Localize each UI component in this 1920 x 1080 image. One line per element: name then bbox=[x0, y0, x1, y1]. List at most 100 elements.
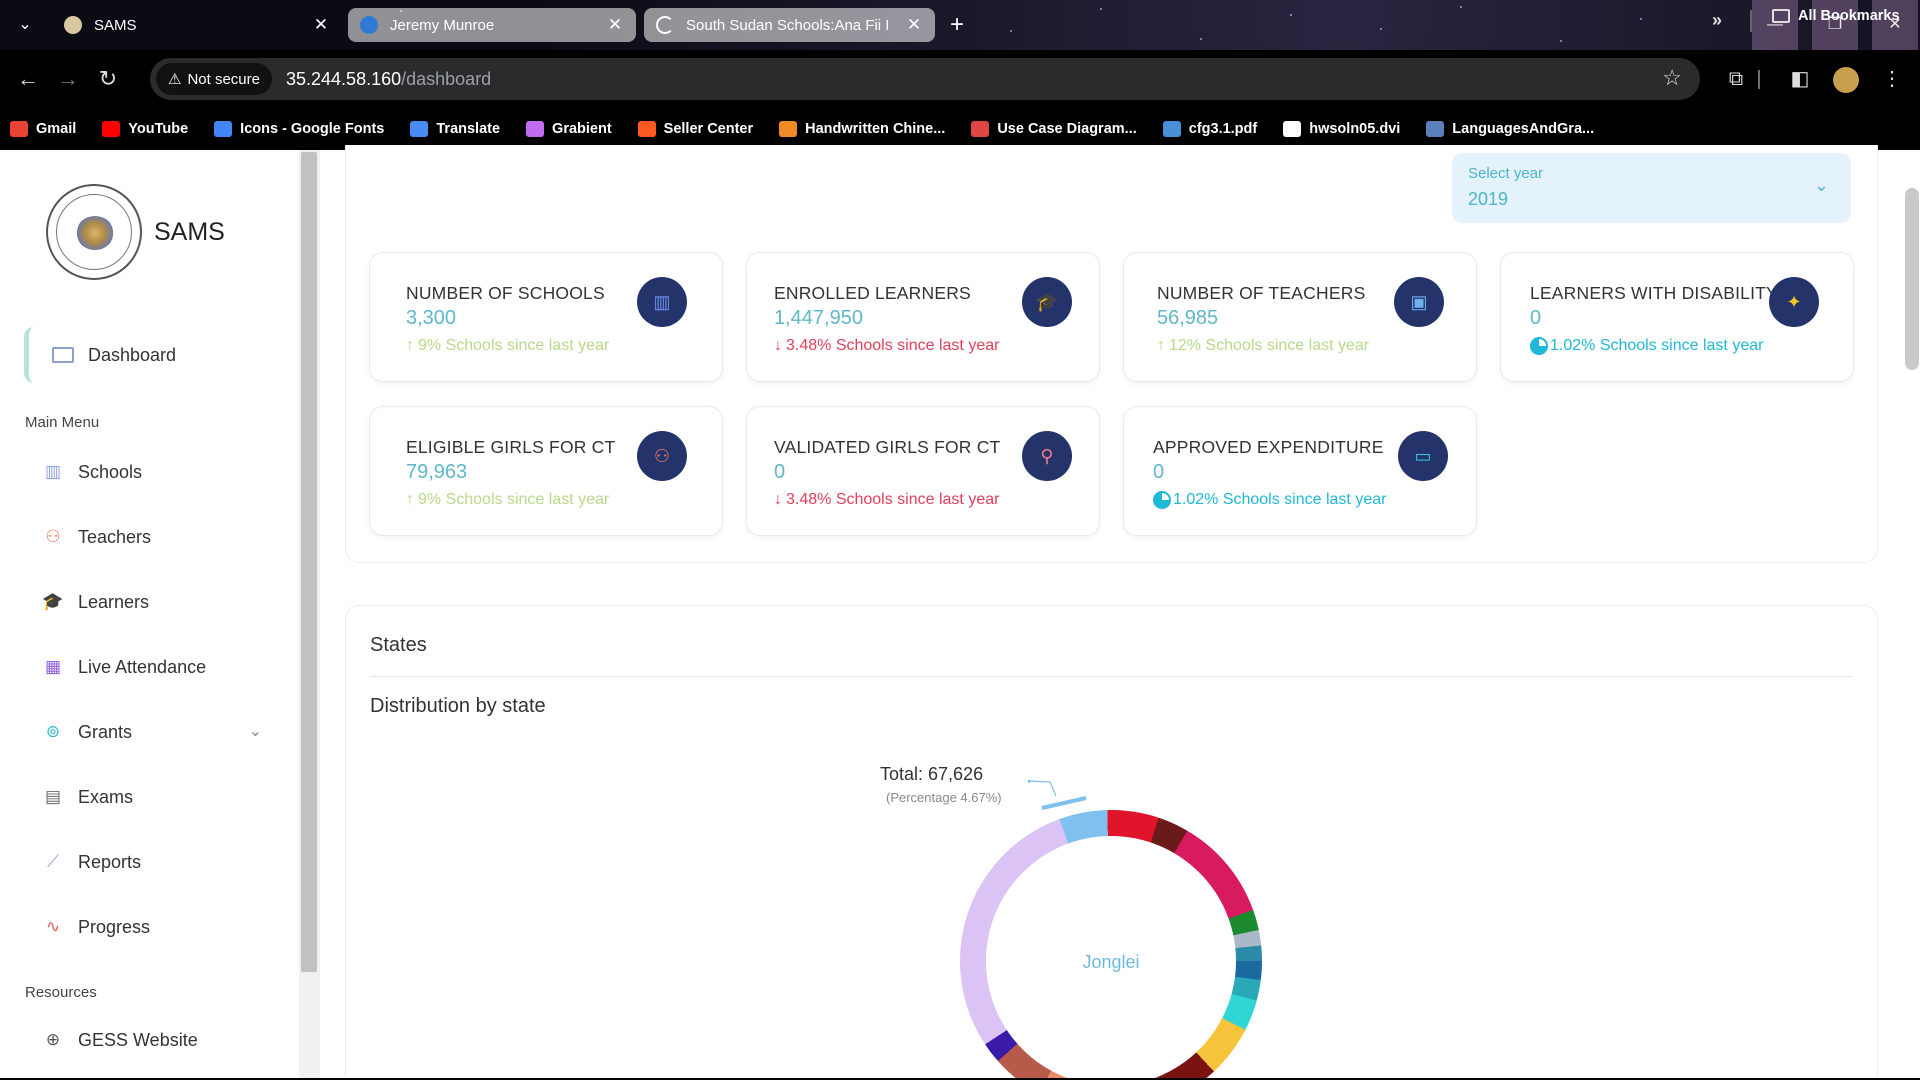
security-chip[interactable]: ⚠ Not secure bbox=[156, 63, 272, 95]
bookmarks-divider bbox=[1750, 10, 1752, 32]
bookmark-item[interactable]: YouTube bbox=[102, 121, 188, 137]
stat-value: 3,300 bbox=[406, 307, 457, 329]
main-scrollbar-thumb[interactable] bbox=[1905, 188, 1919, 370]
sidebar-item-learners[interactable]: 🎓 Learners bbox=[42, 582, 272, 622]
tooltip-total: Total: 67,626 bbox=[880, 764, 984, 784]
sidebar-item-gess-website[interactable]: ⊕ GESS Website bbox=[42, 1020, 272, 1060]
users-icon: ⚇ bbox=[45, 527, 61, 546]
tab-jeremy-munroe[interactable]: Jeremy Munroe ✕ bbox=[348, 8, 636, 42]
tab-sams[interactable]: SAMS ✕ bbox=[52, 8, 342, 42]
url-host: 35.244.58.160 bbox=[286, 68, 402, 89]
tab-south-sudan-schools[interactable]: South Sudan Schools:Ana Fii I ✕ bbox=[644, 8, 935, 42]
republic-seal-logo bbox=[46, 184, 142, 280]
sidebar-scrollbar-thumb[interactable] bbox=[301, 152, 317, 972]
arrow-up-icon: ↑ bbox=[406, 337, 414, 354]
stat-change: ↑ 12% Schools since last year bbox=[1157, 337, 1369, 355]
bar-chart-icon: ▥ bbox=[44, 462, 62, 481]
browser-menu-icon[interactable]: ⋮ bbox=[1874, 50, 1910, 108]
sidebar-item-grants[interactable]: ⊚ Grants ⌄ bbox=[42, 712, 272, 752]
document-icon: ▤ bbox=[44, 787, 62, 806]
url-text[interactable]: 35.244.58.160/dashboard bbox=[286, 69, 491, 90]
sidebar-item-live-attendance[interactable]: ▦ Live Attendance bbox=[42, 647, 272, 687]
more-bookmarks-icon[interactable]: » bbox=[1712, 10, 1722, 31]
bookmark-item[interactable]: Translate bbox=[410, 121, 500, 137]
omnibox[interactable]: ⚠ Not secure 35.244.58.160/dashboard ☆ bbox=[150, 58, 1700, 100]
bookmark-label: Handwritten Chine... bbox=[805, 121, 946, 137]
pie-chart-icon bbox=[1153, 491, 1171, 509]
bookmark-item[interactable]: Icons - Google Fonts bbox=[214, 121, 384, 137]
globe-icon: ⊕ bbox=[45, 1030, 61, 1049]
distribution-title: Distribution by state bbox=[370, 695, 546, 717]
arrow-down-icon: ↓ bbox=[774, 491, 782, 508]
stat-change-text: 9% Schools since last year bbox=[418, 491, 610, 508]
sidebar-item-exams[interactable]: ▤ Exams bbox=[42, 777, 272, 817]
bookmark-item[interactable]: LanguagesAndGra... bbox=[1426, 121, 1594, 137]
back-icon[interactable]: ← bbox=[8, 66, 48, 92]
donut-center-label: Jonglei bbox=[1082, 952, 1140, 972]
tab-label: South Sudan Schools:Ana Fii I bbox=[686, 16, 890, 34]
dvi-icon bbox=[1283, 121, 1302, 137]
close-icon[interactable]: ✕ bbox=[905, 15, 923, 35]
not-secure-label: Not secure bbox=[187, 70, 260, 88]
stat-card-approved-expenditure: APPROVED EXPENDITURE 0 1.02% Schools since… bbox=[1123, 406, 1477, 536]
calendar-icon: ▦ bbox=[44, 657, 62, 676]
accessibility-icon: ✦ bbox=[1769, 277, 1819, 327]
brand[interactable]: SAMS bbox=[46, 184, 225, 280]
close-icon[interactable]: ✕ bbox=[312, 15, 330, 35]
stat-card-enrolled-learners: ENROLLED LEARNERS 1,447,950 ↓ 3.48% Schools… bbox=[746, 252, 1100, 382]
stat-title: APPROVED EXPENDITURE bbox=[1153, 437, 1384, 457]
stat-card-number-of-schools: NUMBER OF SCHOOLS 3,300 ↑ 9% Schools since … bbox=[369, 252, 723, 382]
stat-value: 56,985 bbox=[1157, 307, 1219, 329]
warning-icon: ⚠ bbox=[168, 71, 182, 88]
bookmark-item[interactable]: Seller Center bbox=[637, 121, 753, 137]
stat-change-text: 9% Schools since last year bbox=[418, 337, 610, 354]
stat-change-text: 3.48% Schools since last year bbox=[786, 337, 1000, 354]
bookmark-item[interactable]: Handwritten Chine... bbox=[779, 121, 945, 137]
bookmark-item[interactable]: cfg3.1.pdf bbox=[1162, 121, 1257, 137]
sidebar-item-dashboard[interactable]: Dashboard bbox=[24, 326, 294, 384]
tab-label: SAMS bbox=[94, 16, 137, 34]
stat-change: ↑ 9% Schools since last year bbox=[406, 491, 609, 509]
line-chart-icon: ⟋ bbox=[47, 852, 59, 871]
sidebar-item-reports[interactable]: ⟋ Reports bbox=[42, 842, 272, 882]
bookmark-label: LanguagesAndGra... bbox=[1452, 121, 1595, 137]
brand-name: SAMS bbox=[154, 217, 225, 246]
side-panel-icon[interactable]: ◧ bbox=[1782, 50, 1818, 108]
loading-spinner-icon bbox=[656, 16, 674, 34]
bookmark-item[interactable]: Use Case Diagram... bbox=[971, 121, 1137, 137]
sidebar-item-label: Live Attendance bbox=[78, 656, 207, 677]
bookmark-label: Translate bbox=[436, 121, 501, 137]
sidebar-item-schools[interactable]: ▥ Schools bbox=[42, 452, 272, 492]
pdf-icon bbox=[1162, 121, 1181, 137]
user-plus-icon: ⚲ bbox=[1022, 431, 1072, 481]
new-tab-icon[interactable]: + bbox=[950, 12, 964, 38]
bookmark-label: Grabient bbox=[552, 121, 612, 137]
bookmark-star-icon[interactable]: ☆ bbox=[1662, 65, 1682, 91]
year-select[interactable]: Select year 2019 ⌄ bbox=[1452, 153, 1851, 223]
bookmark-item[interactable]: Gmail bbox=[10, 121, 76, 137]
profile-avatar[interactable] bbox=[1828, 50, 1864, 108]
bookmark-label: Gmail bbox=[36, 121, 77, 137]
tab-search-icon[interactable]: ⌄ bbox=[12, 12, 38, 38]
bookmark-item[interactable]: Grabient bbox=[526, 121, 612, 137]
stat-change-text: 12% Schools since last year bbox=[1169, 337, 1370, 354]
stat-title: ENROLLED LEARNERS bbox=[774, 283, 971, 303]
sidebar-item-teachers[interactable]: ⚇ Teachers bbox=[42, 517, 272, 557]
id-card-icon: ▣ bbox=[1394, 277, 1444, 327]
bookmark-item[interactable]: hwsoln05.dvi bbox=[1283, 121, 1400, 137]
sidebar-item-progress[interactable]: ∿ Progress bbox=[42, 907, 272, 947]
toolbar-divider: | bbox=[1756, 68, 1762, 90]
chevron-down-icon[interactable]: ⌄ bbox=[249, 721, 262, 741]
reload-icon[interactable]: ↻ bbox=[88, 66, 128, 92]
users-icon: ⚇ bbox=[637, 431, 687, 481]
forward-icon[interactable]: → bbox=[48, 66, 88, 92]
divider bbox=[370, 676, 1852, 677]
close-icon[interactable]: ✕ bbox=[606, 15, 624, 35]
stat-change-text: 1.02% Schools since last year bbox=[1550, 337, 1764, 354]
sidebar-item-label: Learners bbox=[78, 591, 150, 612]
arrow-up-icon: ↑ bbox=[406, 491, 414, 508]
graduation-cap-icon: 🎓 bbox=[42, 592, 64, 611]
all-bookmarks[interactable]: All Bookmarks bbox=[1772, 8, 1900, 24]
extensions-icon[interactable]: ⧉ bbox=[1718, 50, 1754, 108]
youtube-icon bbox=[102, 121, 121, 137]
